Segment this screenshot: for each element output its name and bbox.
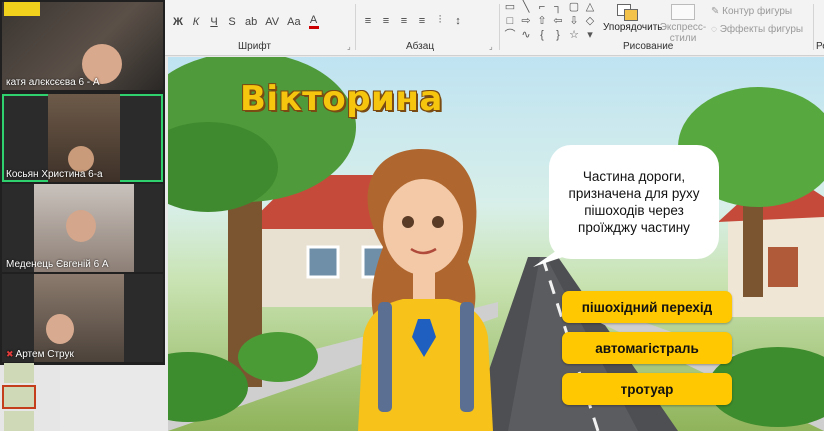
star-shape-icon[interactable]: ☆ [567, 30, 581, 41]
ribbon-divider [813, 4, 814, 50]
participant-tile-active[interactable]: Косьян Христина 6-а [2, 94, 163, 182]
justify-button[interactable]: ≡ [417, 15, 427, 27]
slide-thumbnails [0, 363, 61, 431]
answer-label: автомагістраль [595, 340, 699, 356]
girl-neck-shape [413, 272, 435, 302]
question-text: Частина дороги, призначена для руху пішо… [568, 169, 700, 235]
participant-face [46, 314, 74, 344]
connector-shape-icon[interactable]: ┐ [551, 2, 565, 13]
girl-eye-shape [402, 216, 414, 228]
participant-tile[interactable]: Меденець Євгеній 6 А [2, 184, 163, 272]
participant-tile[interactable]: катя алєксєєва 6 - А [2, 2, 163, 90]
answer-label: тротуар [620, 381, 674, 397]
change-case-button[interactable]: Aa [287, 16, 300, 28]
shape-outline-button[interactable]: ✎ Контур фигуры [711, 6, 817, 17]
shape-effects-label: Эффекты фигуры [719, 24, 804, 35]
align-center-button[interactable]: ≡ [381, 15, 391, 27]
bush-shape [238, 332, 318, 382]
slide-thumbnail[interactable] [4, 363, 34, 383]
font-group-label: Шрифт [238, 41, 271, 52]
answer-label: пішохідний перехід [581, 299, 713, 315]
arrange-icon [617, 4, 639, 21]
char-spacing-button[interactable]: AV [265, 16, 279, 28]
line-spacing-button[interactable]: ↕ [453, 15, 463, 27]
editing-group-label: Ре [816, 41, 824, 52]
backpack-strap-shape [460, 302, 474, 412]
angle-shape-icon[interactable]: ⌒ [503, 30, 517, 41]
shapes-gallery[interactable]: ▭ ╲ ⌐ ┐ ▢ △ □ ⇨ ⇧ ⇦ ⇩ ◇ ⌒ ∿ { } ☆ ▾ [503, 2, 597, 41]
window-shape [306, 245, 340, 279]
door-shape [768, 247, 798, 287]
shape-outline-label: Контур фигуры [722, 6, 793, 17]
italic-button[interactable]: К [191, 16, 201, 28]
slide-canvas[interactable]: Вікторина Частина дороги, призначена для… [168, 57, 824, 431]
bold-button[interactable]: Ж [173, 16, 183, 28]
ribbon-divider [499, 4, 500, 50]
diamond-shape-icon[interactable]: ◇ [583, 16, 597, 27]
backpack-strap-shape [378, 302, 392, 412]
strikethrough-button[interactable]: S [227, 16, 237, 28]
video-participants-panel: катя алєксєєва 6 - А Косьян Христина 6-а… [0, 0, 165, 365]
right-arrow-shape-icon[interactable]: ⇨ [519, 16, 533, 27]
workspace-background [60, 365, 165, 431]
down-arrow-shape-icon[interactable]: ⇩ [567, 16, 581, 27]
answer-button-3[interactable]: тротуар [562, 373, 732, 405]
line-shape-icon[interactable]: ╲ [519, 2, 533, 13]
arrange-button[interactable]: Упорядочить [603, 2, 663, 33]
styles-icon [671, 4, 695, 20]
triangle-shape-icon[interactable]: △ [583, 2, 597, 13]
underline-button[interactable]: Ч [209, 16, 219, 28]
paragraph-dialog-launcher[interactable]: ⌟ [489, 42, 493, 51]
arrange-label: Упорядочить [603, 22, 663, 33]
shape-effects-button[interactable]: ◌ Эффекты фигуры [711, 24, 817, 35]
columns-button[interactable]: ⫶ [435, 14, 445, 27]
answer-button-1[interactable]: пішохідний перехід [562, 291, 732, 323]
arrow-shape-icon[interactable]: ⌐ [535, 2, 549, 13]
answer-button-2[interactable]: автомагістраль [562, 332, 732, 364]
slide-thumbnail-selected[interactable] [2, 385, 36, 409]
brace-left-shape-icon[interactable]: { [535, 30, 549, 41]
muted-mic-icon: ✖ [6, 349, 14, 359]
girl-face-shape [383, 179, 463, 275]
font-dialog-launcher[interactable]: ⌟ [347, 42, 351, 51]
brace-right-shape-icon[interactable]: } [551, 30, 565, 41]
rounded-rect-shape-icon[interactable]: ▢ [567, 2, 581, 13]
participant-face [66, 210, 96, 242]
paragraph-group-label: Абзац [406, 41, 435, 52]
slide-title: Вікторина [240, 79, 443, 119]
slide-thumbnail[interactable] [4, 411, 34, 431]
shadow-button[interactable]: ab [245, 16, 257, 28]
participant-name: катя алєксєєва 6 - А [6, 77, 100, 88]
rectangle-shape-icon[interactable]: ▭ [503, 2, 517, 13]
more-shapes-icon[interactable]: ▾ [583, 30, 597, 41]
speech-bubble-tail [533, 239, 573, 267]
left-arrow-shape-icon[interactable]: ⇦ [551, 16, 565, 27]
font-format-buttons: Ж К Ч S ab AV Aa A [173, 14, 319, 29]
participant-name: Косьян Христина 6-а [6, 169, 103, 180]
ribbon-divider [355, 4, 356, 50]
participant-name: Артем Струк [15, 349, 74, 360]
square-shape-icon[interactable]: □ [503, 16, 517, 27]
background-object [4, 2, 40, 16]
participant-tile[interactable]: ✖ Артем Струк [2, 274, 163, 362]
ribbon: Ж К Ч S ab AV Aa A Шрифт ⌟ ≡ ≡ ≡ ≡ ⫶ ↕ А… [165, 0, 824, 56]
align-left-button[interactable]: ≡ [363, 15, 373, 27]
participant-name-row: ✖ Артем Струк [6, 349, 74, 360]
express-styles-button[interactable]: Экспресс-стили [657, 4, 709, 44]
shape-format-menu: ✎ Контур фигуры ◌ Эффекты фигуры [711, 6, 817, 35]
participant-name: Меденець Євгеній 6 А [6, 259, 109, 270]
curve-shape-icon[interactable]: ∿ [519, 30, 533, 41]
question-speech-bubble: Частина дороги, призначена для руху пішо… [549, 145, 719, 259]
girl-eye-shape [432, 216, 444, 228]
font-color-button[interactable]: A [308, 14, 319, 29]
up-arrow-shape-icon[interactable]: ⇧ [535, 16, 549, 27]
paragraph-buttons: ≡ ≡ ≡ ≡ ⫶ ↕ [363, 14, 463, 27]
drawing-group-label: Рисование [623, 41, 674, 52]
align-right-button[interactable]: ≡ [399, 15, 409, 27]
